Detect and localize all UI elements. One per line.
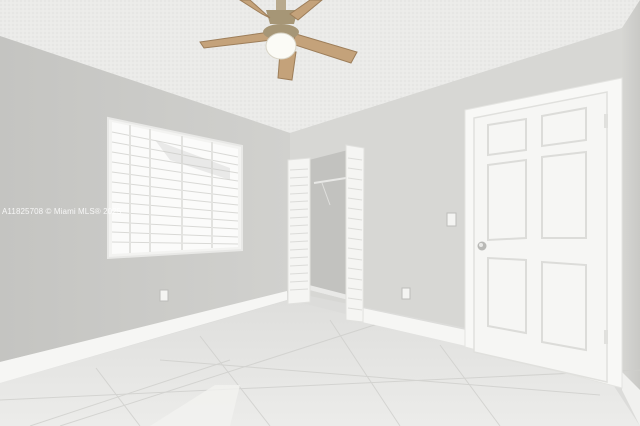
door-hinge: [604, 330, 608, 344]
room-photo: A11825708 © Miami MLS® 2025: [0, 0, 640, 426]
closet: [309, 150, 348, 300]
door-hinge: [604, 114, 608, 128]
light-switch-icon[interactable]: [446, 212, 457, 227]
fan-light-globe: [265, 32, 297, 60]
outlet-icon: [401, 287, 411, 300]
entry-door[interactable]: [464, 77, 623, 389]
closet-bifold-door-right[interactable]: [345, 144, 365, 323]
outlet-icon: [159, 289, 169, 302]
closet-bifold-door-left[interactable]: [287, 157, 311, 305]
right-wall: [622, 0, 640, 426]
watermark-text: A11825708 © Miami MLS® 2025: [2, 207, 122, 216]
door-knob-icon[interactable]: [477, 241, 487, 251]
